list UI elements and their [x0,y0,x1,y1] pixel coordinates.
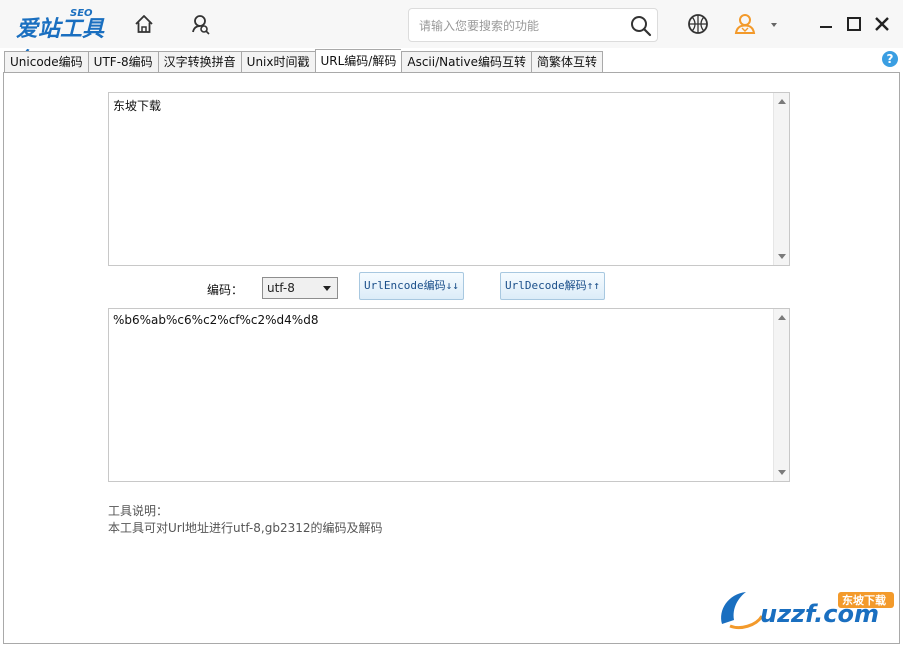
minimize-icon[interactable] [816,14,836,34]
search-input[interactable] [419,16,619,36]
dropdown-arrow-icon [323,286,331,291]
input-textarea[interactable]: 东坡下载 [108,92,790,266]
url-decode-button[interactable]: UrlDecode解码↑↑ [500,272,605,300]
maximize-icon[interactable] [844,14,864,34]
tab-utf8[interactable]: UTF-8编码 [87,51,158,73]
encoding-value: utf-8 [267,281,295,295]
user-search-icon[interactable] [186,10,214,38]
output-scrollbar[interactable] [773,309,789,481]
watermark-tag: 东坡下载 [842,593,886,607]
basketball-icon[interactable] [684,10,712,38]
scroll-up-icon[interactable] [778,315,786,320]
description-title: 工具说明： [108,504,169,518]
search-icon[interactable] [629,14,653,38]
app-logo: 爱站工具包 SEO [16,8,116,74]
scroll-down-icon[interactable] [778,470,786,475]
tab-simplified-traditional[interactable]: 简繁体互转 [530,51,603,73]
tab-bar: Unicode编码 UTF-8编码 汉字转换拼音 Unix时间戳 URL编码/解… [4,49,603,73]
chevron-down-icon[interactable] [766,10,782,38]
scroll-up-icon[interactable] [778,99,786,104]
encoding-select[interactable]: utf-8 [262,277,338,299]
logo-badge: SEO [70,8,93,19]
tab-url-encode[interactable]: URL编码/解码 [314,49,402,73]
tab-pinyin[interactable]: 汉字转换拼音 [157,51,241,73]
tab-unix-timestamp[interactable]: Unix时间戳 [240,51,315,73]
input-text: 东坡下载 [113,99,162,113]
encoding-label: 编码： [207,283,244,297]
watermark-logo: uzzf.com 东坡下载 [716,586,900,636]
tab-ascii-native[interactable]: Ascii/Native编码互转 [401,51,531,73]
search-box[interactable] [408,8,658,42]
description-body: 本工具可对Url地址进行utf-8,gb2312的编码及解码 [108,521,383,535]
input-scrollbar[interactable] [773,93,789,265]
url-encode-button[interactable]: UrlEncode编码↓↓ [359,272,464,300]
output-textarea[interactable]: %b6%ab%c6%c2%cf%c2%d4%d8 [108,308,790,482]
scroll-down-icon[interactable] [778,254,786,259]
user-avatar-icon[interactable] [731,10,759,38]
help-icon[interactable]: ? [882,51,898,67]
title-bar: 爱站工具包 SEO [0,0,903,74]
tab-unicode[interactable]: Unicode编码 [4,51,88,73]
close-icon[interactable] [872,14,892,34]
home-icon[interactable] [130,10,158,38]
output-text: %b6%ab%c6%c2%cf%c2%d4%d8 [113,313,319,327]
